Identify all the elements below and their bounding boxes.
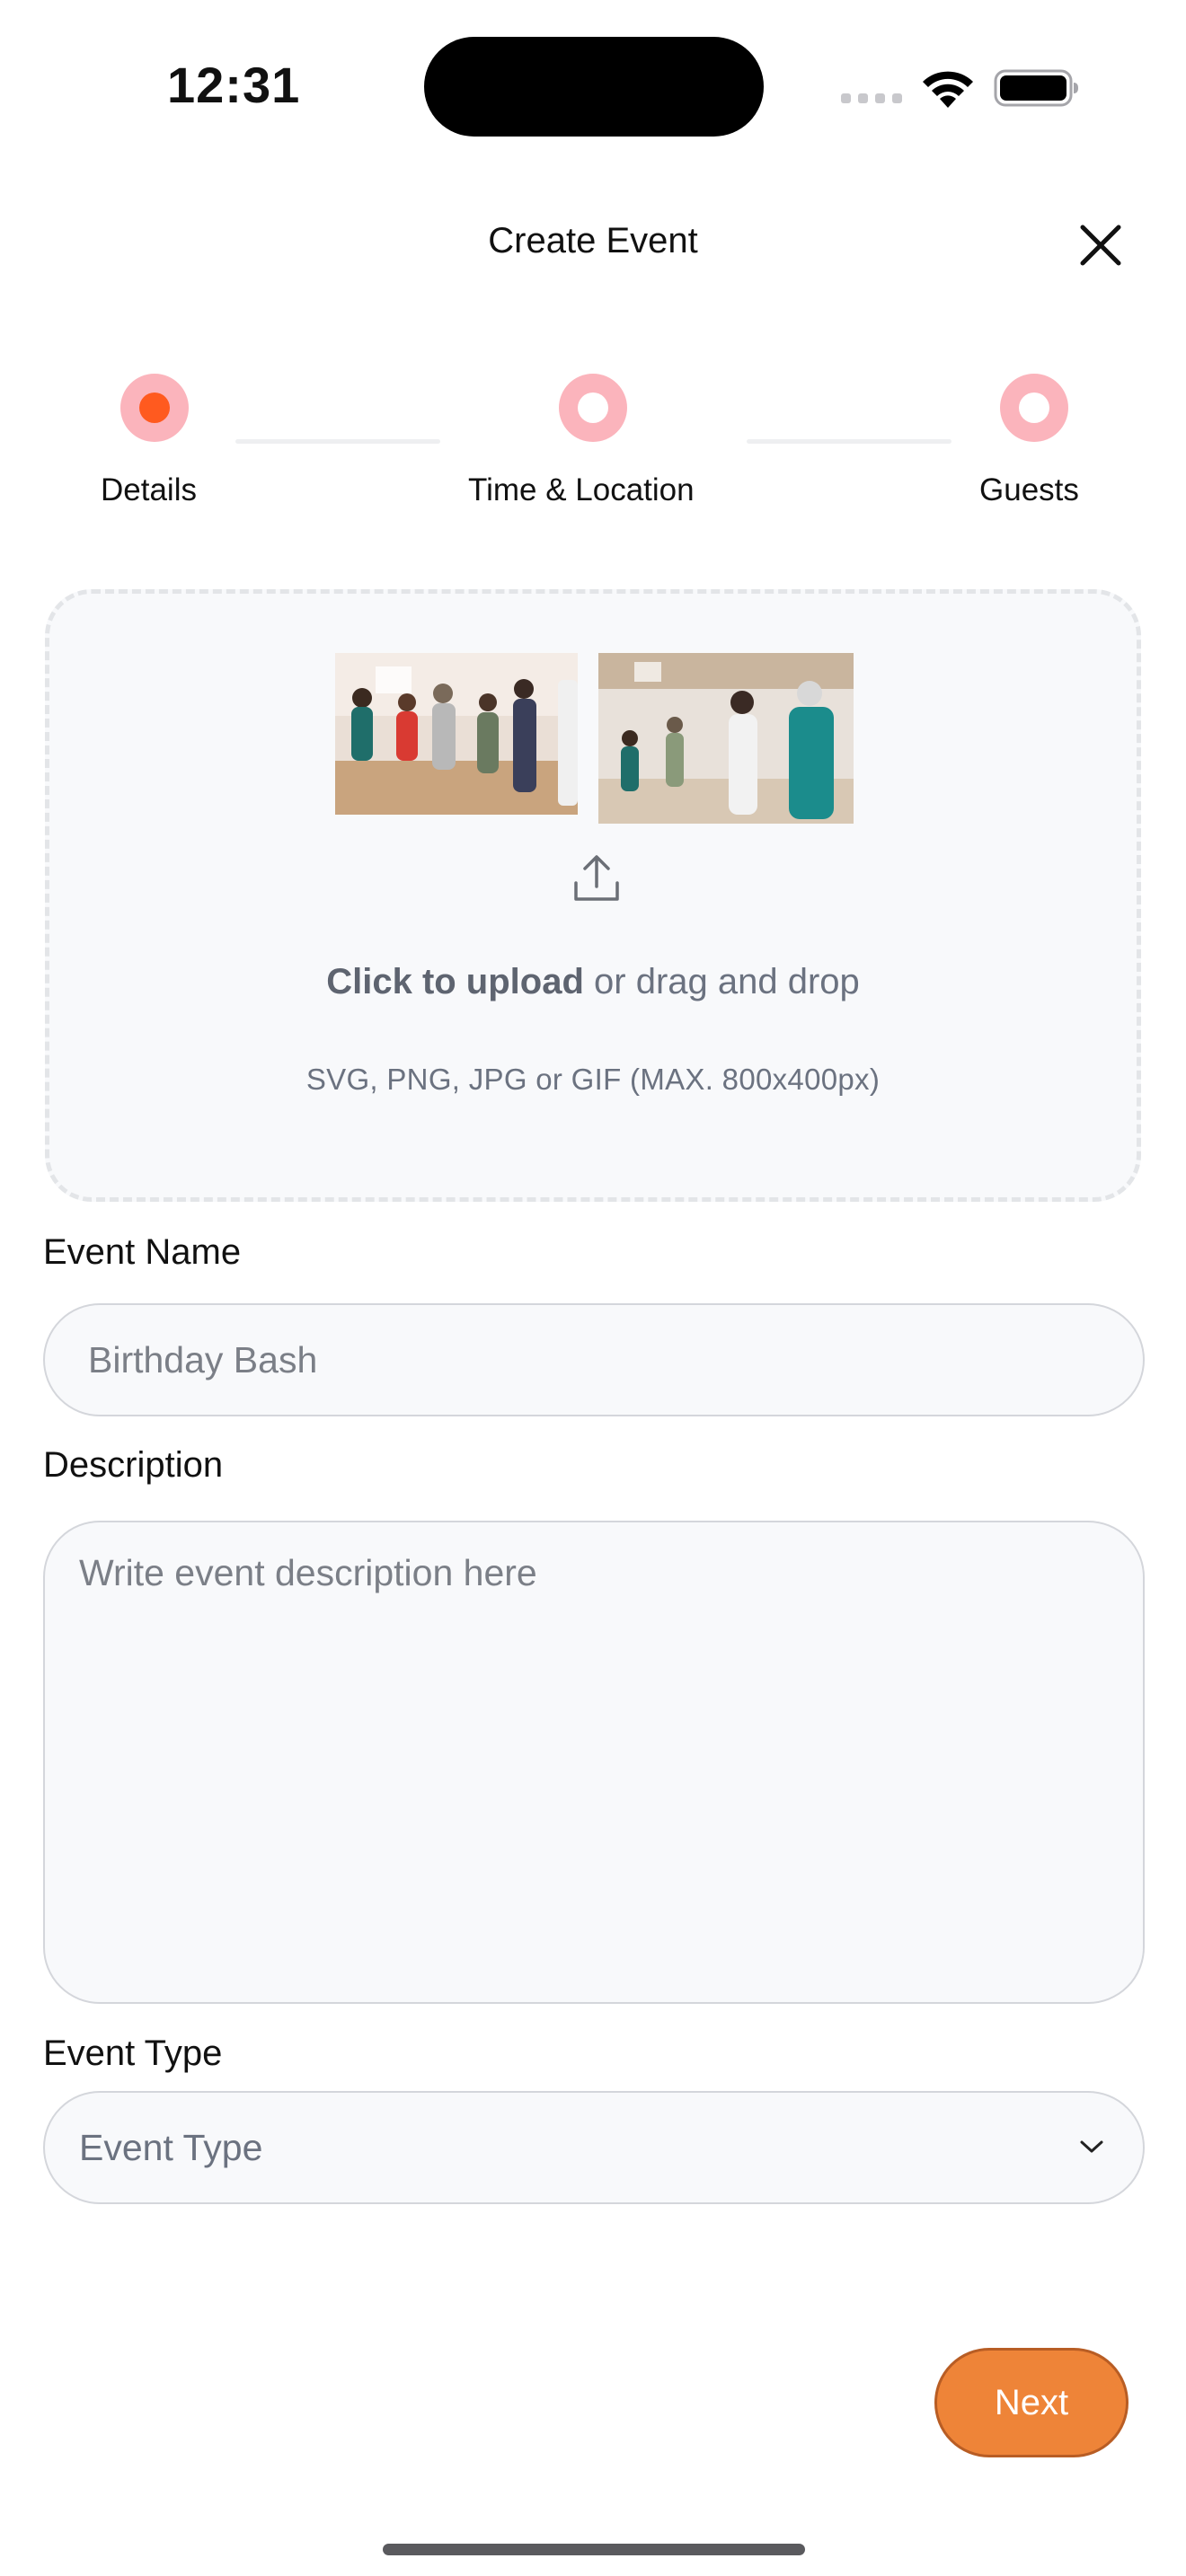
event-type-selected-value: Event Type xyxy=(79,2127,263,2168)
wifi-icon xyxy=(923,71,973,108)
event-photo xyxy=(335,653,578,815)
drag-drop-text: or drag and drop xyxy=(583,962,860,1001)
step-details-label: Details xyxy=(101,472,197,507)
click-to-upload-link[interactable]: Click to upload xyxy=(326,962,584,1001)
step-guests-label: Guests xyxy=(979,472,1079,507)
event-type-select[interactable]: Event Type xyxy=(43,2091,1145,2204)
step-connector xyxy=(747,439,951,444)
upload-instructions: Click to upload or drag and drop xyxy=(49,962,1137,1002)
upload-icon xyxy=(574,855,619,901)
step-time-location-indicator[interactable] xyxy=(559,374,627,442)
step-details-indicator[interactable] xyxy=(120,374,189,442)
home-indicator xyxy=(383,2544,805,2555)
battery-icon xyxy=(994,69,1078,107)
step-connector xyxy=(235,439,440,444)
chevron-down-icon xyxy=(1080,2140,1103,2153)
close-button[interactable] xyxy=(1075,219,1127,271)
cellular-signal-icon xyxy=(841,93,902,104)
event-name-label: Event Name xyxy=(43,1232,242,1272)
upload-format-hint: SVG, PNG, JPG or GIF (MAX. 800x400px) xyxy=(305,1063,881,1096)
next-button[interactable]: Next xyxy=(934,2348,1128,2457)
status-time: 12:31 xyxy=(167,57,301,113)
event-name-input[interactable] xyxy=(43,1303,1145,1416)
dynamic-island xyxy=(424,37,764,137)
step-guests-indicator[interactable] xyxy=(1000,374,1068,442)
description-textarea[interactable] xyxy=(43,1521,1145,2004)
description-label: Description xyxy=(43,1445,224,1485)
image-upload-dropzone[interactable]: Click to upload or drag and drop SVG, PN… xyxy=(45,589,1141,1202)
page-title: Create Event xyxy=(488,221,698,260)
event-photo xyxy=(598,653,854,824)
step-time-location-label: Time & Location xyxy=(468,472,695,507)
close-icon xyxy=(1080,225,1121,266)
event-type-label: Event Type xyxy=(43,2033,223,2073)
